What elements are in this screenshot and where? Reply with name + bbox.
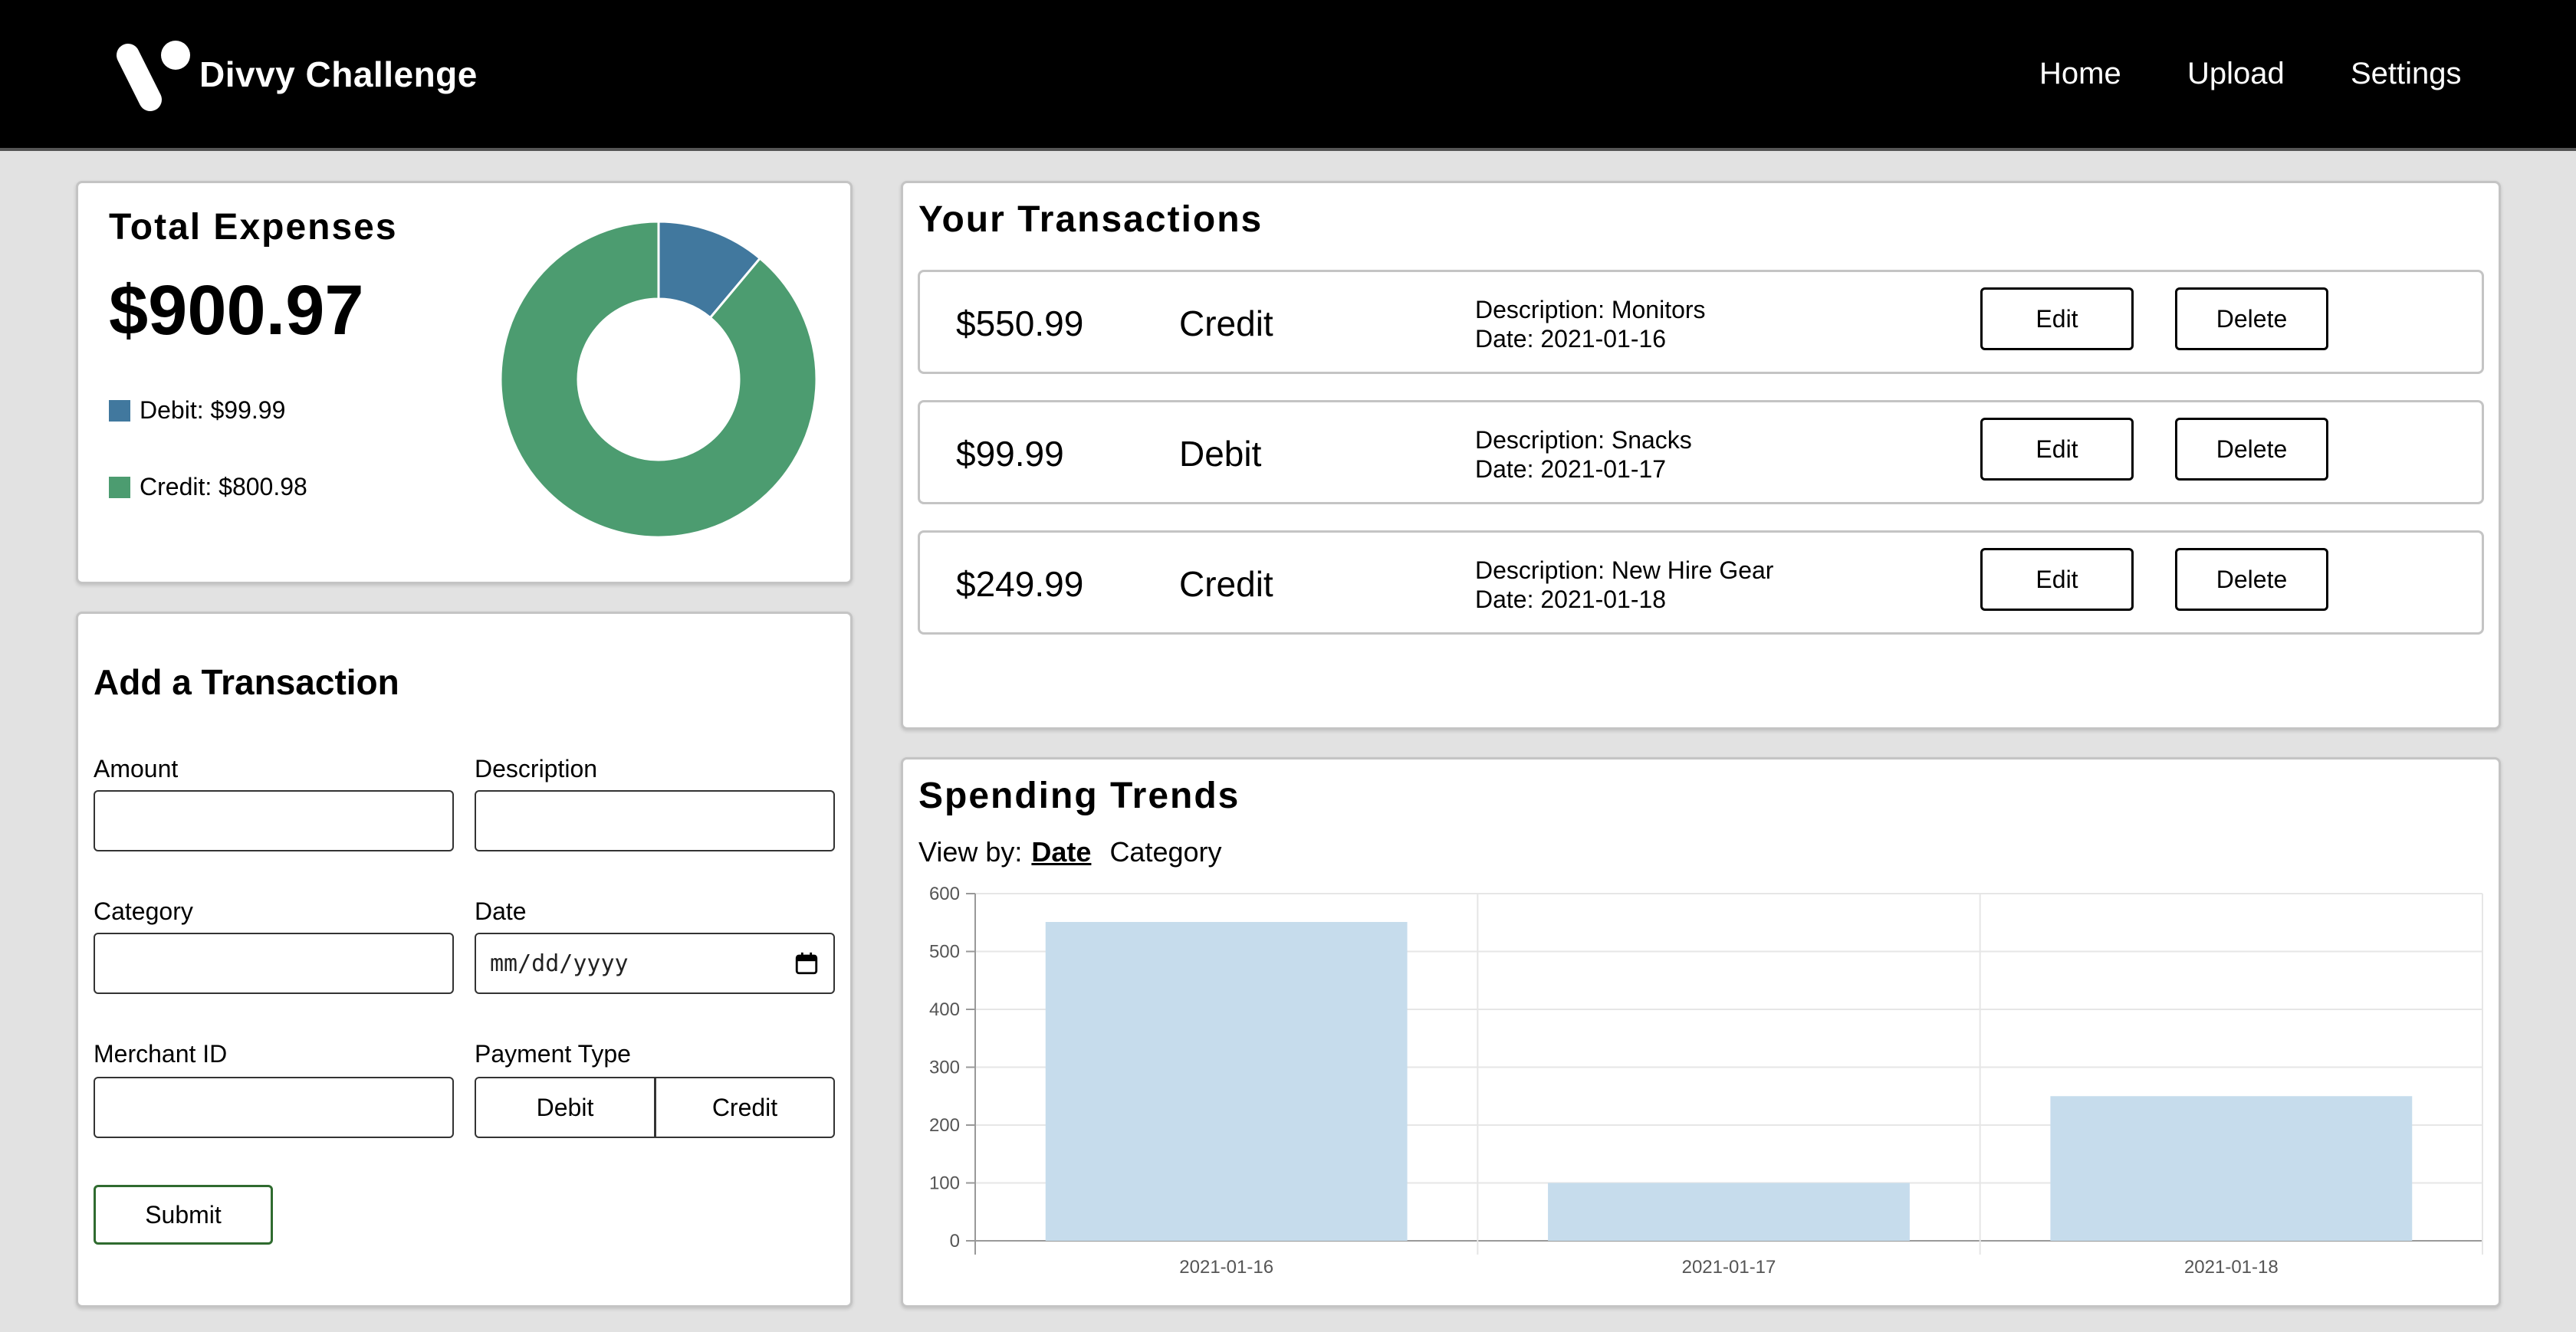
transaction-description: Description: New Hire Gear (1475, 556, 1774, 584)
y-tick-label: 100 (929, 1173, 960, 1194)
description-input[interactable] (475, 790, 835, 851)
transaction-amount: $99.99 (956, 434, 1064, 474)
divvy-logo-icon (117, 41, 190, 111)
total-expenses-card: Total Expenses $900.97 Debit: $99.99 Cre… (76, 181, 853, 584)
legend-debit-label: Debit: $99.99 (140, 396, 286, 424)
legend-debit: Debit: $99.99 (109, 396, 285, 425)
transaction-row: $249.99 Credit Description: New Hire Gea… (918, 530, 2484, 635)
transaction-details: Description: Monitors Date: 2021-01-16 (1475, 295, 1706, 353)
payment-type-label: Payment Type (475, 1040, 631, 1068)
delete-button[interactable]: Delete (2175, 418, 2328, 481)
merchant-id-label: Merchant ID (94, 1040, 228, 1068)
spending-trends-card: 0 100 200 300 400 500 600 2021-01-16 2021-01-17 2… (901, 757, 2501, 1307)
transactions-title: Your Transactions (918, 199, 1263, 240)
delete-button[interactable]: Delete (2175, 287, 2328, 350)
y-tick-label: 0 (950, 1231, 960, 1252)
bar-2021-01-18 (2050, 1096, 2413, 1241)
expenses-donut-chart (499, 220, 818, 539)
transaction-date: Date: 2021-01-17 (1475, 455, 1667, 483)
bar-2021-01-16 (1045, 922, 1408, 1241)
add-transaction-title: Add a Transaction (94, 662, 399, 702)
payment-credit-button[interactable]: Credit (655, 1077, 835, 1138)
transaction-date: Date: 2021-01-18 (1475, 586, 1667, 613)
transaction-amount: $249.99 (956, 564, 1084, 604)
transaction-details: Description: Snacks Date: 2021-01-17 (1475, 425, 1692, 484)
view-by-date-option[interactable]: Date (1031, 836, 1091, 868)
amount-input[interactable] (94, 790, 454, 851)
y-tick-label: 500 (929, 942, 960, 963)
description-label: Description (475, 755, 598, 782)
view-by-category-option[interactable]: Category (1109, 836, 1221, 868)
legend-credit-label: Credit: $800.98 (140, 473, 307, 500)
brand-name[interactable]: Divvy Challenge (199, 54, 478, 95)
nav-home-link[interactable]: Home (2039, 57, 2121, 91)
total-expenses-title: Total Expenses (109, 207, 398, 248)
transaction-type: Credit (1179, 564, 1273, 604)
y-tick-label: 600 (929, 884, 960, 904)
merchant-id-input[interactable] (94, 1077, 454, 1138)
x-tick-label: 2021-01-17 (1682, 1257, 1776, 1278)
transaction-row: $99.99 Debit Description: Snacks Date: 2… (918, 400, 2484, 504)
transaction-description: Description: Monitors (1475, 296, 1706, 323)
nav-upload-link[interactable]: Upload (2187, 57, 2285, 91)
x-tick-label: 2021-01-18 (2184, 1257, 2279, 1278)
date-input[interactable]: mm/dd/yyyy (475, 933, 835, 994)
delete-button[interactable]: Delete (2175, 548, 2328, 611)
date-label: Date (475, 897, 527, 925)
donut-slice-credit (499, 220, 818, 539)
transactions-card: Your Transactions $550.99 Credit Descrip… (901, 181, 2501, 730)
y-tick-label: 400 (929, 999, 960, 1020)
credit-swatch (109, 476, 130, 498)
transaction-details: Description: New Hire Gear Date: 2021-01… (1475, 556, 1773, 614)
add-transaction-card: Add a Transaction Amount Description Cat… (76, 612, 853, 1307)
legend-credit: Credit: $800.98 (109, 473, 307, 501)
view-by-label: View by: (918, 836, 1023, 868)
calendar-icon[interactable] (794, 950, 820, 976)
total-expenses-amount: $900.97 (109, 271, 364, 349)
debit-swatch (109, 399, 130, 422)
x-tick-label: 2021-01-16 (1179, 1257, 1273, 1278)
category-label: Category (94, 897, 193, 925)
y-tick-label: 200 (929, 1115, 960, 1136)
category-input[interactable] (94, 933, 454, 994)
edit-button[interactable]: Edit (1980, 418, 2134, 481)
y-tick-label: 300 (929, 1058, 960, 1078)
transaction-type: Credit (1179, 303, 1273, 343)
view-by-selector: View by: Date Category (918, 836, 1222, 868)
spending-trends-title: Spending Trends (918, 776, 1240, 816)
payment-debit-button[interactable]: Debit (475, 1077, 656, 1138)
submit-button[interactable]: Submit (94, 1185, 273, 1245)
amount-label: Amount (94, 755, 179, 782)
transaction-date: Date: 2021-01-16 (1475, 325, 1667, 353)
nav-settings-link[interactable]: Settings (2351, 57, 2462, 91)
transaction-amount: $550.99 (956, 303, 1084, 343)
transaction-type: Debit (1179, 434, 1262, 474)
transaction-description: Description: Snacks (1475, 426, 1692, 454)
date-placeholder: mm/dd/yyyy (490, 950, 629, 977)
top-navbar: Divvy Challenge Home Upload Settings (0, 0, 2576, 151)
bar-2021-01-17 (1548, 1183, 1910, 1241)
edit-button[interactable]: Edit (1980, 548, 2134, 611)
edit-button[interactable]: Edit (1980, 287, 2134, 350)
transaction-row: $550.99 Credit Description: Monitors Dat… (918, 270, 2484, 374)
